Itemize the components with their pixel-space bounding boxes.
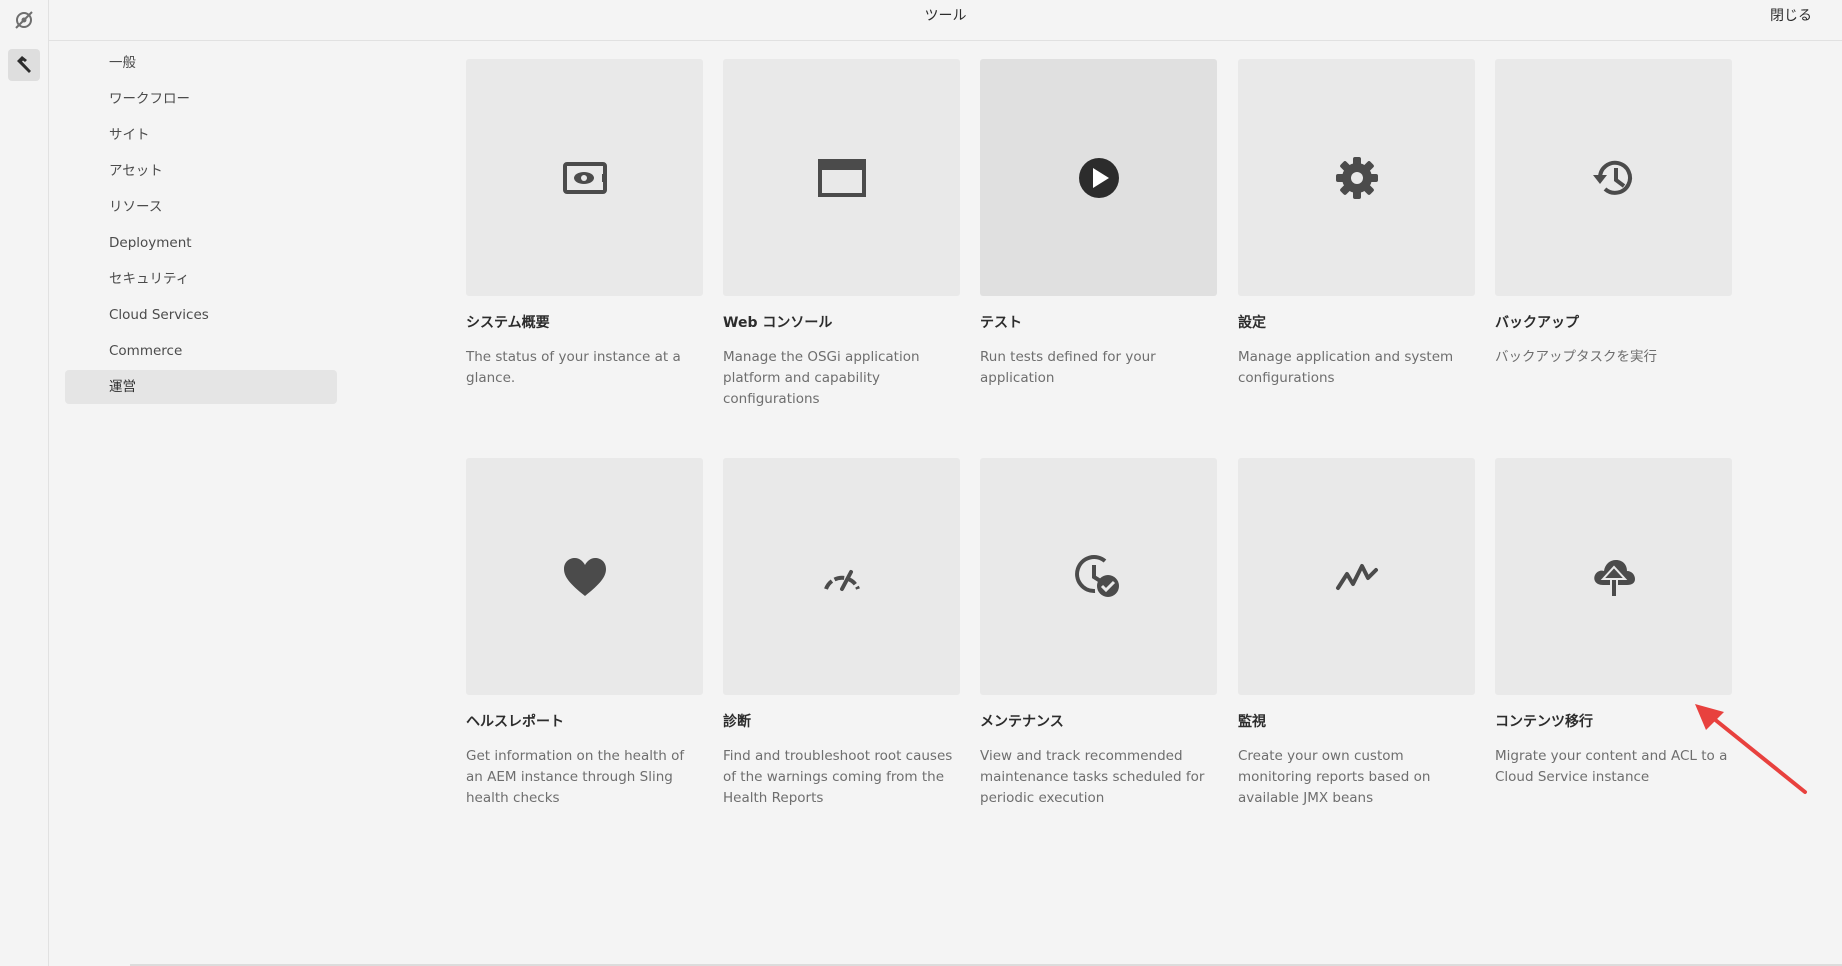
tool-card[interactable]: Web コンソール Manage the OSGi application pla… — [723, 59, 960, 410]
left-rail — [0, 0, 49, 966]
tool-card[interactable]: システム概要 The status of your instance at a g… — [466, 59, 703, 389]
tool-card-thumbnail[interactable] — [980, 59, 1217, 296]
tool-card-description: The status of your instance at a glance. — [466, 349, 681, 386]
tool-card-thumbnail[interactable] — [466, 458, 703, 695]
tool-card-description: バックアップタスクを実行 — [1495, 349, 1657, 365]
nav-item[interactable]: アセット — [65, 154, 337, 188]
tool-card-title[interactable]: 診断 — [723, 714, 960, 730]
annotation-arrow — [1695, 704, 1807, 794]
gear-icon — [1335, 156, 1378, 199]
tool-card-description: Get information on the health of an AEM … — [466, 748, 685, 806]
nav-item[interactable]: 運営 — [65, 370, 337, 404]
tool-card-description: Create your own custom monitoring report… — [1238, 748, 1431, 806]
tools-button[interactable] — [8, 49, 40, 81]
tool-card[interactable]: バックアップ バックアップタスクを実行 — [1495, 59, 1732, 368]
tool-card-title[interactable]: バックアップ — [1495, 315, 1732, 331]
tool-card-thumbnail[interactable] — [980, 458, 1217, 695]
nav-item[interactable]: サイト — [65, 118, 337, 152]
browser-window-icon — [817, 158, 866, 197]
nav-item[interactable]: セキュリティ — [65, 262, 337, 296]
tool-card-thumbnail[interactable] — [1495, 458, 1732, 695]
cloud-upload-icon — [1593, 559, 1635, 598]
tool-card-thumbnail[interactable] — [723, 59, 960, 296]
nav-item[interactable]: Commerce — [65, 334, 337, 368]
nav-item[interactable]: リソース — [65, 190, 337, 224]
tool-card-description: Manage application and system configurat… — [1238, 349, 1454, 386]
tool-card-title[interactable]: テスト — [980, 315, 1217, 331]
tools-category-nav: 一般 ワークフロー サイト アセット リソース Deployment セキュリティ Cloud… — [65, 46, 337, 406]
play-circle-icon — [1078, 157, 1119, 198]
tool-card-title[interactable]: 監視 — [1238, 714, 1475, 730]
activity-graph-icon — [1335, 563, 1378, 590]
tool-card[interactable]: メンテナンス View and track recommended mainten… — [980, 458, 1217, 809]
adobe-experience-icon[interactable] — [12, 8, 36, 32]
history-icon — [1592, 160, 1632, 195]
heart-icon — [563, 557, 606, 596]
hammer-icon — [17, 56, 31, 73]
tool-card-description: Manage the OSGi application platform and… — [723, 349, 920, 407]
top-header: ツール 閉じる — [49, 0, 1842, 41]
nav-item[interactable]: 一般 — [65, 46, 337, 80]
tool-card[interactable]: 設定 Manage application and system configur… — [1238, 59, 1475, 389]
tool-card-title[interactable]: ヘルスレポート — [466, 714, 703, 730]
tool-card-title[interactable]: システム概要 — [466, 315, 703, 331]
tool-card-thumbnail[interactable] — [1238, 458, 1475, 695]
tool-card-thumbnail[interactable] — [1238, 59, 1475, 296]
tool-card-title[interactable]: 設定 — [1238, 315, 1475, 331]
tool-card[interactable]: 診断 Find and troubleshoot root causes of t… — [723, 458, 960, 809]
preview-device-icon — [562, 161, 607, 194]
speedometer-icon — [823, 569, 860, 591]
tool-card[interactable]: 監視 Create your own custom monitoring repo… — [1238, 458, 1475, 809]
page-title: ツール — [924, 8, 967, 24]
nav-item[interactable]: Deployment — [65, 226, 337, 260]
tool-card-thumbnail[interactable] — [466, 59, 703, 296]
tool-card-description: Find and troubleshoot root causes of the… — [723, 748, 953, 806]
tool-card-description: Run tests defined for your application — [980, 349, 1156, 386]
tool-card[interactable]: ヘルスレポート Get information on the health of … — [466, 458, 703, 809]
tool-card[interactable]: テスト Run tests defined for your applicatio… — [980, 59, 1217, 389]
nav-item[interactable]: Cloud Services — [65, 298, 337, 332]
tool-card-title[interactable]: メンテナンス — [980, 714, 1217, 730]
clock-check-icon — [1074, 554, 1119, 597]
tool-card-thumbnail[interactable] — [1495, 59, 1732, 296]
tool-card-description: View and track recommended maintenance t… — [980, 748, 1205, 806]
tool-card-title[interactable]: Web コンソール — [723, 315, 960, 331]
nav-item[interactable]: ワークフロー — [65, 82, 337, 116]
close-button[interactable]: 閉じる — [1770, 0, 1812, 32]
tool-card-thumbnail[interactable] — [723, 458, 960, 695]
